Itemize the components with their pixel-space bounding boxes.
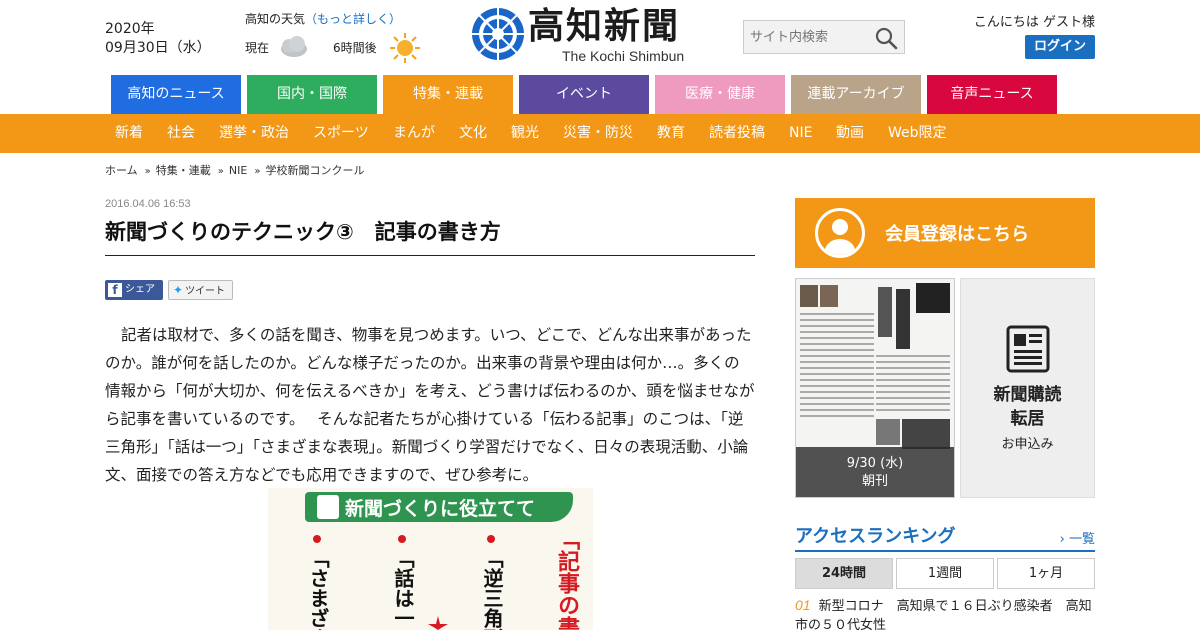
article-date: 2016.04.06 16:53 — [105, 198, 191, 210]
breadcrumb-chevron-icon: » — [254, 166, 261, 177]
image-banner: 新聞づくりに役立てて — [305, 492, 573, 522]
subnav-item-society[interactable]: 社会 — [167, 114, 195, 153]
image-item-various-expressions: 「さまざま — [306, 548, 330, 630]
subnav-item-sports[interactable]: スポーツ — [313, 114, 369, 153]
article-image: 新聞づくりに役立てて 「記事の書き 「逆三角形 「話は一つ 「さまざま — [268, 488, 593, 630]
subnav-item-new[interactable]: 新着 — [115, 114, 143, 153]
date-day: 09月30日（水） — [105, 40, 211, 56]
twitter-bird-icon: ✦ — [173, 283, 184, 297]
chevron-right-icon: › — [1059, 532, 1069, 547]
breadcrumb-chevron-icon: » — [144, 166, 151, 177]
newspaper-icon — [1006, 325, 1050, 373]
image-heading-vertical: 「記事の書き — [554, 528, 579, 630]
weather-title: 高知の天気 — [245, 12, 306, 26]
breadcrumb: ホーム » 特集・連載 » NIE » 学校新聞コンクール — [105, 162, 364, 178]
ranking-more-link[interactable]: › 一覧 — [1060, 528, 1095, 547]
ranking-number: 01 — [795, 597, 811, 613]
facebook-icon: f — [108, 283, 122, 297]
subnav-item-manga[interactable]: まんが — [393, 114, 435, 153]
subnav-item-disaster[interactable]: 災害・防災 — [563, 114, 633, 153]
search-icon[interactable] — [874, 26, 898, 50]
image-item-one-topic: 「話は一つ — [391, 548, 415, 630]
weather-now-label: 現在 — [245, 41, 270, 55]
subnav-item-culture[interactable]: 文化 — [459, 114, 487, 153]
facebook-share-label: シェア — [125, 284, 155, 295]
ranking-tab-1month[interactable]: 1ヶ月 — [997, 558, 1095, 589]
tab-audio-news[interactable]: 音声ニュース — [927, 75, 1057, 114]
site-logo[interactable]: 高知新聞 The Kochi Shimbun — [470, 6, 732, 66]
weather-more-link[interactable]: （もっと詳しく） — [305, 12, 401, 26]
breadcrumb-home[interactable]: ホーム — [105, 162, 138, 178]
paper-date: 9/30 (水) — [846, 456, 904, 471]
subnav-item-reader-posts[interactable]: 読者投稿 — [709, 114, 765, 153]
tab-kochi-news[interactable]: 高知のニュース — [111, 75, 241, 114]
article: 2016.04.06 16:53 新聞づくりのテクニック③ 記事の書き方 f シェ… — [105, 198, 755, 630]
tab-features[interactable]: 特集・連載 — [383, 75, 513, 114]
red-star-icon — [428, 616, 448, 630]
subscription-box[interactable]: 新聞購読 転居 お申込み — [960, 278, 1095, 498]
current-date: 2020年 09月30日（水） — [105, 20, 211, 58]
red-dot-icon — [487, 535, 495, 543]
subscription-apply-text: お申込み — [1001, 437, 1054, 452]
paper-edition: 朝刊 — [861, 474, 888, 489]
subnav-item-nie[interactable]: NIE — [789, 114, 812, 153]
todays-paper-thumbnail[interactable]: 9/30 (水) 朝刊 — [795, 278, 955, 498]
subnav-item-tourism[interactable]: 観光 — [511, 114, 539, 153]
ranking-more-label: 一覧 — [1068, 532, 1095, 547]
tab-events[interactable]: イベント — [519, 75, 649, 114]
ranking-tab-24h[interactable]: 24時間 — [795, 558, 893, 589]
cloud-icon — [281, 36, 307, 57]
twitter-share-button[interactable]: ✦ ツイート — [168, 280, 233, 300]
ranking-tab-1week[interactable]: 1週間 — [896, 558, 994, 589]
subscription-title-line2: 転居 — [1010, 409, 1045, 429]
subscription-title-line1: 新聞購読 — [993, 385, 1062, 405]
subnav-item-education[interactable]: 教育 — [657, 114, 685, 153]
facebook-share-button[interactable]: f シェア — [105, 280, 163, 300]
logo-title: 高知新聞 — [528, 5, 681, 47]
logo-emblem-icon — [472, 8, 524, 60]
subnav-item-video[interactable]: 動画 — [836, 114, 864, 153]
tab-archive[interactable]: 連載アーカイブ — [791, 75, 921, 114]
search-input[interactable] — [744, 21, 868, 53]
logo-subtitle: The Kochi Shimbun — [562, 48, 685, 64]
paper-caption: 9/30 (水) 朝刊 — [796, 447, 954, 497]
breadcrumb-chevron-icon: » — [217, 166, 224, 177]
member-registration-text: 会員登録はこちら — [885, 224, 1029, 245]
breadcrumb-current[interactable]: 学校新聞コンクール — [265, 162, 364, 178]
sun-icon — [390, 33, 420, 63]
site-header: 2020年 09月30日（水） 高知の天気（もっと詳しく） 現在 6時間後 高知… — [0, 0, 1200, 75]
red-dot-icon — [398, 535, 406, 543]
newspaper-icon — [317, 495, 339, 519]
red-dot-icon — [313, 535, 321, 543]
category-tabs: 高知のニュース 国内・国際 特集・連載 イベント 医療・健康 連載アーカイブ 音… — [111, 75, 1071, 114]
breadcrumb-features[interactable]: 特集・連載 — [156, 162, 211, 178]
weather-later-label: 6時間後 — [333, 41, 377, 55]
login-button[interactable]: ログイン — [1025, 35, 1095, 59]
subnav-item-politics[interactable]: 選挙・政治 — [219, 114, 289, 153]
ranking-tabs: 24時間 1週間 1ヶ月 — [795, 558, 1095, 589]
subnav-item-web-only[interactable]: Web限定 — [888, 114, 947, 153]
user-avatar-icon — [815, 208, 865, 258]
weather-widget: 高知の天気（もっと詳しく） 現在 6時間後 — [245, 10, 420, 63]
tab-domestic-international[interactable]: 国内・国際 — [247, 75, 377, 114]
date-year: 2020年 — [105, 21, 155, 37]
article-title: 新聞づくりのテクニック③ 記事の書き方 — [105, 218, 755, 256]
weather-row: 現在 6時間後 — [245, 33, 445, 63]
breadcrumb-nie[interactable]: NIE — [229, 164, 247, 177]
tab-health[interactable]: 医療・健康 — [655, 75, 785, 114]
ranking-title: アクセスランキング — [795, 526, 956, 547]
ranking-item[interactable]: 01 新型コロナ 高知県で１６日ぶり感染者 高知市の５０代女性 — [795, 596, 1095, 630]
newspaper-page-icon — [796, 279, 954, 449]
ranking-item-title: 新型コロナ 高知県で１６日ぶり感染者 高知市の５０代女性 — [795, 599, 1092, 630]
article-body: 記者は取材で、多くの話を聞き、物事を見つめます。いつ、どこで、どんな出来事があっ… — [105, 326, 755, 484]
ranking-header: アクセスランキング › 一覧 — [795, 522, 1095, 552]
twitter-share-label: ツイート — [185, 286, 226, 297]
image-banner-text: 新聞づくりに役立てて — [345, 498, 536, 520]
sub-navigation: 新着 社会 選挙・政治 スポーツ まんが 文化 観光 災害・防災 教育 読者投稿… — [0, 114, 1200, 153]
greeting-text: こんにちは ゲスト様 — [973, 15, 1095, 30]
subscription-title: 新聞購読 転居 — [961, 383, 1094, 431]
site-search — [743, 20, 905, 54]
image-item-inverted-triangle: 「逆三角形 — [480, 548, 504, 630]
member-registration-banner[interactable]: 会員登録はこちら — [795, 198, 1095, 268]
